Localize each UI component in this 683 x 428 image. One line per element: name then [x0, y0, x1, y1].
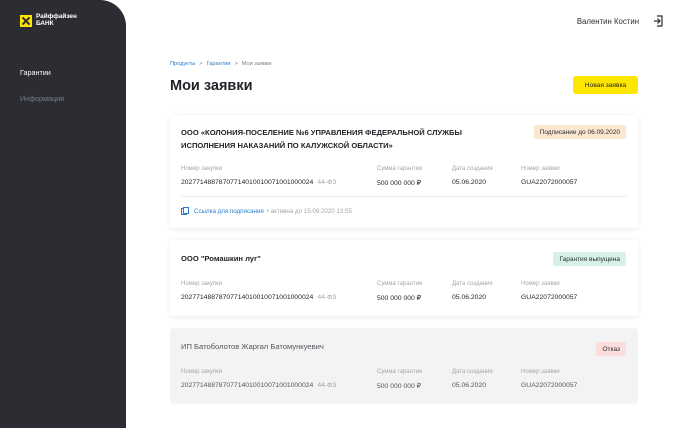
purchase-number-label: Номер закупки	[181, 166, 223, 172]
request-number-label: Номер заявки	[521, 369, 560, 375]
logout-icon[interactable]	[653, 15, 664, 27]
guarantee-sum: 500 000 000 ₽	[377, 295, 422, 302]
sidebar: Райффайзен БАНК Гарантии Информация	[0, 0, 126, 428]
purchase-number-value: 20277148878707714010010071001000024	[181, 382, 314, 389]
purchase-number-value: 20277148878707714010010071001000024	[181, 294, 314, 301]
created-date: 05.06.2020	[452, 294, 487, 301]
purchase-number: 20277148878707714010010071001000024 44-ФЗ	[181, 294, 336, 301]
breadcrumb-guarantees[interactable]: Гарантии	[207, 61, 231, 67]
logo-line2: БАНК	[36, 19, 54, 27]
purchase-number-value: 20277148878707714010010071001000024	[181, 179, 314, 186]
status-badge: Отказ	[596, 342, 626, 356]
law-tag: 44-ФЗ	[317, 294, 337, 301]
breadcrumb-current: Мои заявки	[241, 61, 272, 67]
guarantee-sum: 500 000 000 ₽	[377, 383, 422, 390]
created-date: 05.06.2020	[452, 179, 487, 186]
page-title: Мои заявки	[170, 78, 253, 94]
signing-link-note: • активна до 15.09.2020 13:55	[266, 207, 352, 215]
date-label: Дата создания	[452, 369, 493, 375]
request-number-label: Номер заявки	[521, 281, 560, 287]
card-title: ООО "Ромашкин луг"	[181, 254, 261, 263]
date-label: Дата создания	[452, 281, 493, 287]
status-badge: Подписание до 06.09.2020	[533, 125, 626, 139]
breadcrumb-separator: >	[199, 61, 203, 67]
breadcrumb: Продукты > Гарантии > Мои заявки	[170, 61, 272, 67]
status-badge: Гарантия выпущена	[553, 252, 626, 266]
request-card[interactable]: ООО «КОЛОНИЯ-ПОСЕЛЕНИЕ №6 УПРАВЛЕНИЯ ФЕД…	[170, 115, 638, 228]
date-label: Дата создания	[452, 166, 493, 172]
sum-label: Сумма гарантии	[377, 369, 423, 375]
law-tag: 44-ФЗ	[317, 179, 337, 186]
raiffeisen-logo-icon	[20, 14, 32, 27]
sum-label: Сумма гарантии	[377, 281, 423, 287]
created-date: 05.06.2020	[452, 382, 487, 389]
purchase-number-label: Номер закупки	[181, 369, 223, 375]
breadcrumb-products[interactable]: Продукты	[170, 61, 195, 67]
law-tag: 44-ФЗ	[317, 382, 337, 389]
request-number: GUA22072000057	[521, 294, 578, 301]
user-name[interactable]: Валентин Костин	[577, 17, 639, 26]
card-title: ООО «КОЛОНИЯ-ПОСЕЛЕНИЕ №6 УПРАВЛЕНИЯ ФЕД…	[181, 128, 462, 150]
request-card[interactable]: ООО "Ромашкин луг" Гарантия выпущена Ном…	[170, 240, 638, 316]
signing-link-row: Ссылка для подписания • активна до 15.09…	[181, 207, 352, 215]
guarantee-sum: 500 000 000 ₽	[377, 180, 422, 187]
sidebar-item-information[interactable]: Информация	[20, 94, 64, 103]
purchase-number-label: Номер закупки	[181, 281, 223, 287]
sidebar-item-guarantees[interactable]: Гарантии	[20, 68, 51, 77]
new-request-button[interactable]: Новая заявка	[573, 76, 638, 94]
breadcrumb-separator: >	[234, 61, 238, 67]
request-number: GUA22072000057	[521, 179, 578, 186]
divider	[181, 196, 627, 197]
purchase-number: 20277148878707714010010071001000024 44-ФЗ	[181, 382, 336, 389]
request-card[interactable]: ИП Батоболотов Жаргал Батомункуевич Отка…	[170, 328, 638, 404]
request-number-label: Номер заявки	[521, 166, 560, 172]
sum-label: Сумма гарантии	[377, 166, 423, 172]
purchase-number: 20277148878707714010010071001000024 44-ФЗ	[181, 179, 336, 186]
document-icon	[181, 207, 189, 215]
card-title: ИП Батоболотов Жаргал Батомункуевич	[181, 342, 324, 351]
request-number: GUA22072000057	[521, 382, 578, 389]
bank-logo[interactable]: Райффайзен БАНК	[20, 13, 77, 27]
signing-link[interactable]: Ссылка для подписания	[194, 208, 264, 215]
